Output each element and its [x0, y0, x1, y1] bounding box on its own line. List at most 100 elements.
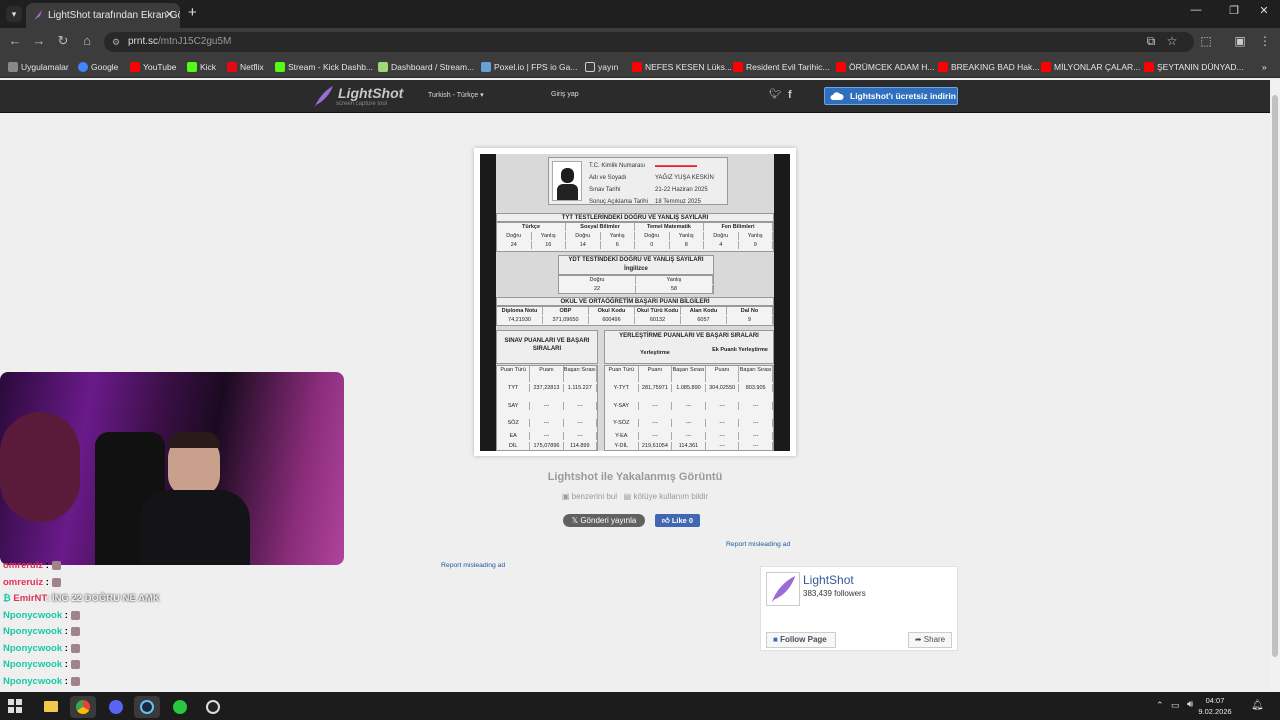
school-title: OKUL VE ORTAÖĞRETİM BAŞARI PUANI BİLGİLE… [496, 297, 774, 306]
chat-message: Nponycwook : [3, 626, 80, 637]
yerlestirme-title: YERLEŞTİRME PUANLARI VE BAŞARI SIRALARI … [604, 330, 774, 364]
x-logo-icon: 𝕏 [571, 516, 579, 525]
screenshot-image[interactable]: T.C. Kimlik Numarası Adı ve Soyadı Sınav… [480, 154, 790, 451]
bookmark-item[interactable]: ŞEYTANIN DÜNYAD... [1144, 60, 1244, 74]
twitter-icon[interactable]: 🐦︎ [769, 89, 782, 100]
lightshot-page-avatar[interactable] [766, 572, 800, 606]
streamer-body [140, 490, 250, 565]
tab-search-button[interactable]: ▾ [6, 6, 22, 22]
close-window-icon[interactable]: ✕ [1252, 4, 1276, 17]
site-info-icon[interactable]: ⚙ [112, 32, 120, 52]
bookmark-item[interactable]: Dashboard / Stream... [378, 60, 474, 74]
home-icon[interactable]: ⌂ [78, 33, 96, 48]
language-select[interactable]: Turkish - Türkçe ▾ [428, 91, 484, 99]
facebook-page-widget: LightShot 383,439 followers ■ Follow Pag… [760, 566, 958, 651]
url-path: /mtnJ15C2gu5M [158, 36, 232, 47]
chat-emote-icon [70, 610, 80, 620]
ydt-table: Doğru Yanlış 22 58 [558, 275, 714, 294]
facebook-icon[interactable]: f [788, 89, 792, 101]
login-link[interactable]: Giriş yap [551, 91, 579, 98]
similar-icon: ▣ [561, 492, 570, 501]
back-icon[interactable]: ← [6, 33, 24, 48]
bookmark-item[interactable]: Stream - Kick Dashb... [275, 60, 373, 74]
bookmark-item[interactable]: Poxel.io | FPS io Ga... [481, 60, 577, 74]
extensions-icon[interactable]: ⬚ [1198, 34, 1214, 48]
xbox-icon[interactable] [167, 696, 193, 718]
scrollbar-thumb[interactable] [1272, 95, 1278, 657]
minimize-icon[interactable]: — [1184, 4, 1208, 16]
youtube-icon [130, 62, 140, 72]
chat-emote-icon [51, 577, 61, 587]
chat-message: Nponycwook : [3, 643, 80, 654]
find-similar-link[interactable]: benzerini bul [572, 492, 617, 501]
cast-icon[interactable]: ⧉ [1143, 34, 1159, 49]
address-bar[interactable]: ⚙ prnt.sc/mtnJ15C2gu5M [104, 32, 1194, 52]
taskbar-clock[interactable]: 04:07 9.02.2026 [1190, 695, 1240, 717]
lightshot-logo[interactable]: LightShot screen capture tool [312, 83, 422, 111]
kick-icon [187, 62, 197, 72]
bookmark-star-icon[interactable]: ☆ [1164, 34, 1180, 48]
discord-icon[interactable] [103, 696, 129, 718]
notifications-icon[interactable]: 🔔︎ [1251, 700, 1264, 711]
bookmarks-overflow-icon[interactable]: » [1262, 60, 1267, 74]
bookmark-item[interactable]: Resident Evil Tarihic... [733, 60, 829, 74]
steam-icon[interactable] [134, 696, 160, 718]
bookmark-item[interactable]: ÖRÜMCEK ADAM H... [836, 60, 934, 74]
facebook-page-name[interactable]: LightShot [803, 573, 854, 587]
streamer-hair [168, 432, 220, 448]
plush-toy [0, 412, 80, 522]
facebook-like-button[interactable]: 👍︎ Like 0 [655, 514, 700, 527]
file-explorer-icon[interactable] [38, 696, 64, 718]
youtube-icon [938, 62, 948, 72]
download-button[interactable]: Lightshot'ı ücretsiz indirin [824, 87, 958, 105]
feather-logo-icon [314, 86, 333, 108]
google-icon [78, 62, 88, 72]
bookmark-item[interactable]: Uygulamalar [8, 60, 69, 74]
url-host: prnt.sc [128, 36, 159, 47]
bookmark-item[interactable]: MİLYONLAR ÇALAR... [1041, 60, 1140, 74]
follow-page-button[interactable]: ■ Follow Page [766, 632, 836, 648]
chat-message: Nponycwook : [3, 610, 80, 621]
report-misleading-ad-link[interactable]: Report misleading ad [441, 562, 505, 569]
share-button[interactable]: ➦ Share [908, 632, 952, 648]
bookmark-item[interactable]: BREAKING BAD Hak... [938, 60, 1039, 74]
bookmark-item[interactable]: Netflix [227, 60, 264, 74]
reload-icon[interactable]: ↻ [54, 33, 72, 49]
tweet-button[interactable]: 𝕏 Gönderi yayınla [563, 514, 645, 527]
folder-icon [585, 62, 595, 72]
bookmarks-bar: Uygulamalar Google YouTube Kick Netflix … [0, 56, 1280, 78]
new-tab-button[interactable]: + [188, 4, 197, 21]
thumbs-up-icon: 👍︎ [661, 516, 670, 525]
tray-overflow-icon[interactable]: ⌃ [1156, 700, 1164, 711]
chat-emote-icon [70, 626, 80, 636]
menu-icon[interactable]: ⋮ [1257, 34, 1273, 48]
report-abuse-link[interactable]: kötüye kullanım bildir [633, 492, 708, 501]
forward-icon[interactable]: → [30, 33, 48, 48]
share-icon: ➦ [914, 635, 922, 644]
browser-tab-active[interactable]: LightShot tarafından Ekran Görü ✕ [26, 3, 180, 28]
profile-icon[interactable]: ▣ [1232, 34, 1248, 48]
obs-icon[interactable] [200, 696, 226, 718]
chrome-icon[interactable] [70, 696, 96, 718]
lightshot-header [0, 80, 1270, 113]
network-icon[interactable]: ▭ [1171, 700, 1180, 711]
bookmark-item[interactable]: YouTube [130, 60, 176, 74]
close-tab-icon[interactable]: ✕ [165, 3, 174, 28]
identity-values: ▬▬▬▬▬▬▬ YAĞIZ YUŞA KESKİN 21-22 Haziran … [655, 160, 714, 208]
chat-emote-icon [70, 659, 80, 669]
chat-message: Nponycwook : [3, 676, 80, 687]
poxel-icon [481, 62, 491, 72]
feather-logo-icon [771, 575, 796, 603]
report-icon: ▤ [623, 492, 632, 501]
restore-icon[interactable]: ❐ [1222, 4, 1246, 17]
bookmark-folder[interactable]: yayın [585, 60, 618, 74]
bookmark-item[interactable]: NEFES KESEN Lüks... [632, 60, 732, 74]
bookmark-item[interactable]: Kick [187, 60, 216, 74]
windows-start-icon[interactable] [8, 699, 22, 713]
dashboard-icon [378, 62, 388, 72]
yerlestirme-table: Puan Türü Puanı Başarı Sırası Puanı Başarı S… [604, 365, 774, 451]
chat-emote-icon [70, 643, 80, 653]
youtube-icon [1144, 62, 1154, 72]
bookmark-item[interactable]: Google [78, 60, 118, 74]
report-misleading-ad-link[interactable]: Report misleading ad [726, 541, 790, 548]
